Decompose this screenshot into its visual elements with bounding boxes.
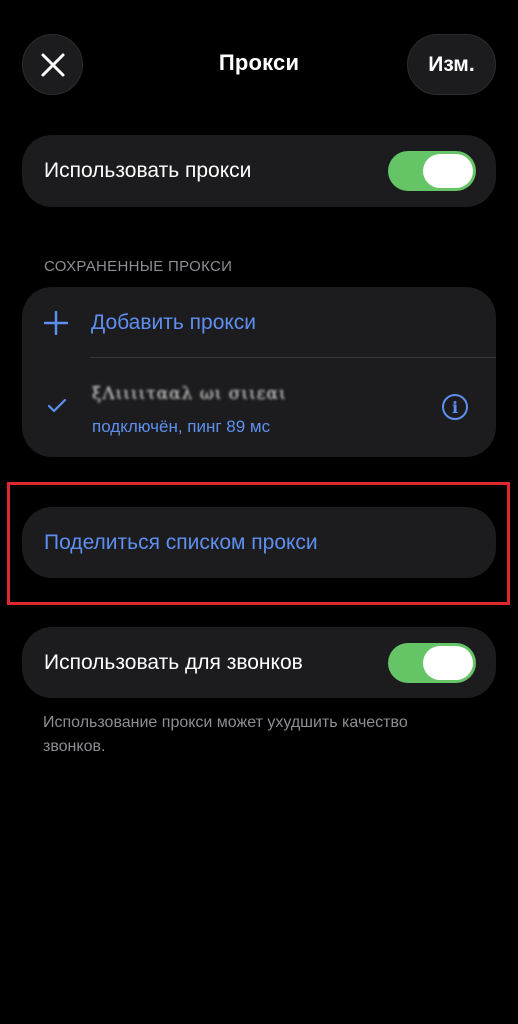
- add-proxy-label: Добавить прокси: [91, 311, 257, 334]
- add-proxy-row[interactable]: Добавить прокси: [22, 287, 496, 357]
- toggle-knob: [423, 646, 473, 680]
- use-for-calls-row: Использовать для звонков: [22, 627, 496, 698]
- use-for-calls-toggle[interactable]: [388, 643, 476, 683]
- use-proxy-label: Использовать прокси: [44, 159, 252, 182]
- proxy-name: ξΛιιιιτααλ ωι σιιεαι: [92, 384, 287, 404]
- toggle-knob: [423, 154, 473, 188]
- checkmark-icon: [48, 399, 66, 413]
- use-proxy-row: Использовать прокси: [22, 135, 496, 207]
- saved-proxies-header: СОХРАНЕННЫЕ ПРОКСИ: [44, 258, 233, 275]
- info-icon[interactable]: i: [442, 394, 468, 420]
- proxy-list-item[interactable]: [22, 358, 496, 457]
- use-for-calls-label: Использовать для звонков: [44, 651, 303, 674]
- highlight-box: [7, 482, 510, 605]
- proxy-status: подключён, пинг 89 мс: [92, 417, 271, 436]
- calls-footer-note: Использование прокси может ухудшить каче…: [43, 714, 408, 755]
- plus-icon: [44, 311, 68, 335]
- edit-button[interactable]: Изм.: [407, 34, 496, 95]
- use-proxy-toggle[interactable]: [388, 151, 476, 191]
